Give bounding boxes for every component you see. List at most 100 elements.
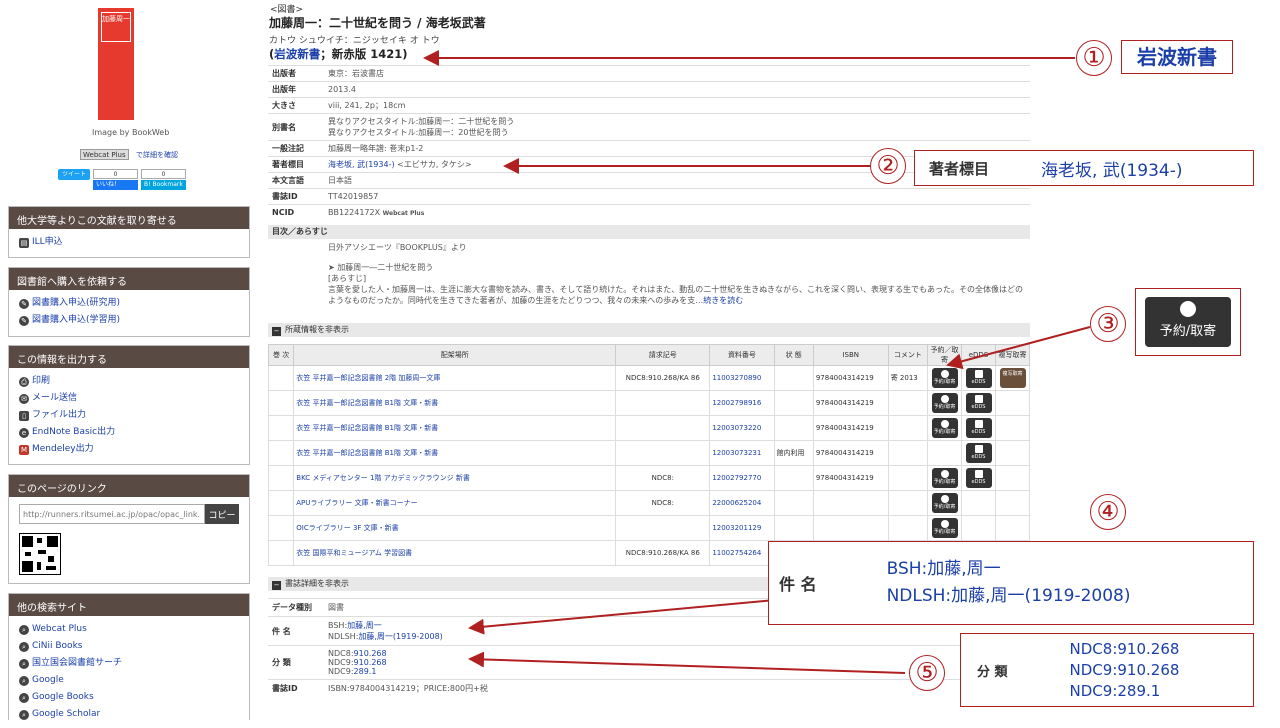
holdings-loc[interactable]: 衣笠 平井嘉一郎記念図書館 2階 加藤周一文庫 <box>296 374 440 382</box>
reserve-button[interactable]: 予約/取寄 <box>931 518 958 538</box>
holdings-loc[interactable]: APUライブラリー 文庫・新書コーナー <box>296 499 417 507</box>
image-credit: Image by BookWeb <box>92 128 170 137</box>
edds-button[interactable]: eDDS <box>965 468 992 488</box>
mail-icon: ✉ <box>19 394 29 404</box>
holdings-col-header: 配架場所 <box>293 344 617 366</box>
reserve-icon <box>940 395 949 403</box>
other-search-section: 他の検索サイト ⌕ Webcat Plus ⌕ CiNii Books ⌕ 国立国会図… <box>8 593 250 720</box>
bib-key: 分 類 <box>268 645 324 680</box>
holdings-row: OICライブラリー 3F 文庫・新書 12003201129 予約/取寄 <box>267 515 1030 541</box>
mendeley-icon: M <box>19 445 29 455</box>
reserve-button-label: 予約/取寄 <box>933 404 956 410</box>
ill-request-link[interactable]: ▤ ILL申込 <box>19 234 239 251</box>
holdings-num[interactable]: 12003073231 <box>712 449 761 457</box>
meta-row: 出版年 2013.4 <box>268 81 1030 98</box>
purchase-research-link[interactable]: ✎ 図書購入申込(研究用) <box>19 295 239 312</box>
webcat-detail-link[interactable]: で詳細を確認 <box>136 150 178 160</box>
webcat-plus-link[interactable]: Webcat Plus <box>383 210 425 217</box>
holdings-table: 巻 次配架場所 請求記号 資料番号状 態 ISBN コメント 予約／取寄 eDDS 複写取寄 … <box>267 344 1030 566</box>
holdings-loc[interactable]: OICライブラリー 3F 文庫・新書 <box>296 524 398 532</box>
edds-button-label: eDDS <box>971 479 986 485</box>
book-cover-image[interactable]: 加藤周一 <box>98 8 134 120</box>
callout-number-5: ⑤ <box>909 655 945 691</box>
reserve-button-label: 予約/取寄 <box>933 529 956 535</box>
edds-button[interactable]: eDDS <box>965 393 992 413</box>
title-kana: カトウ シュウイチ：ニジッセイキ オ トウ <box>269 36 440 46</box>
holdings-num[interactable]: 12003073220 <box>712 424 761 432</box>
edds-button[interactable]: eDDS <box>965 368 992 388</box>
holdings-num[interactable]: 12003201129 <box>712 524 761 532</box>
holdings-loc[interactable]: 衣笠 平井嘉一郎記念図書館 B1階 文庫・新書 <box>296 399 438 407</box>
bib-link[interactable]: 加藤,周一 <box>347 621 382 630</box>
google-search-link[interactable]: ⌕ Google <box>19 672 239 689</box>
reserve-button[interactable]: 予約/取寄 <box>931 418 958 438</box>
edds-button-label: eDDS <box>971 379 986 385</box>
webcat-search-link[interactable]: ⌕ Webcat Plus <box>19 621 239 638</box>
holdings-isbn: 9784004314219 <box>815 424 874 432</box>
cinii-search-link[interactable]: ⌕ CiNii Books <box>19 638 239 655</box>
purchase-research-icon: ✎ <box>19 299 29 309</box>
holdings-num[interactable]: 12002798916 <box>712 399 761 407</box>
google-scholar-link[interactable]: ⌕ Google Scholar <box>19 706 239 723</box>
holdings-loc[interactable]: 衣笠 国際平和ミュージアム 学習図書 <box>296 549 412 557</box>
file-export-link[interactable]: ▯ ファイル出力 <box>19 407 239 424</box>
reserve-button-label: 予約/取寄 <box>933 429 956 435</box>
edds-button[interactable]: eDDS <box>965 443 992 463</box>
bib-link[interactable]: 289.1 <box>354 667 377 676</box>
purchase-study-link[interactable]: ✎ 図書購入申込(学習用) <box>19 312 239 329</box>
google-books-link[interactable]: ⌕ Google Books <box>19 689 239 706</box>
holdings-row: APUライブラリー 文庫・新書コーナー NDC8: 22000625204 予約/取寄 <box>267 490 1030 516</box>
bib-link[interactable]: 910.268 <box>354 649 387 658</box>
reserve-button[interactable]: 予約/取寄 <box>931 393 958 413</box>
reserve-button[interactable]: 予約/取寄 <box>931 468 958 488</box>
holdings-comment: 寄 2013 <box>890 374 918 382</box>
search-icon: ⌕ <box>19 676 29 686</box>
reserve-icon <box>940 420 949 428</box>
bookmark-button[interactable]: B! Bookmark <box>141 180 187 190</box>
search-icon: ⌕ <box>19 693 29 703</box>
holdings-call: NDC8: <box>651 499 674 507</box>
holdings-loc[interactable]: 衣笠 平井嘉一郎記念図書館 B1階 文庫・新書 <box>296 424 438 432</box>
mail-link[interactable]: ✉ メール送信 <box>19 390 239 407</box>
collapse-icon: − <box>272 581 281 590</box>
read-more-link[interactable]: 続きを読む <box>703 296 743 305</box>
ndl-search-link[interactable]: ⌕ 国立国会図書館サーチ <box>19 655 239 672</box>
tweet-button[interactable]: ツイート <box>58 169 91 180</box>
print-link[interactable]: ⎙ 印刷 <box>19 373 239 390</box>
mendeley-link[interactable]: M Mendeley出力 <box>19 441 239 458</box>
copy-button[interactable]: コピー <box>205 504 239 524</box>
purchase-section-title: 図書館へ購入を依頼する <box>9 268 249 290</box>
holdings-col-header: 予約／取寄 <box>927 344 962 366</box>
holdings-loc[interactable]: 衣笠 平井嘉一郎記念図書館 B1階 文庫・新書 <box>296 449 438 457</box>
reserve-button[interactable]: 予約/取寄 <box>931 493 958 513</box>
holdings-num[interactable]: 22000625204 <box>712 499 761 507</box>
holdings-num[interactable]: 11002754264 <box>712 549 761 557</box>
page-link-input[interactable] <box>19 504 205 524</box>
edds-icon <box>974 470 983 478</box>
reserve-button[interactable]: 予約/取寄 <box>931 368 958 388</box>
copy-request-button[interactable]: 複写取寄 <box>999 368 1026 388</box>
author-heading-link[interactable]: 海老坂, 武(1934-) <box>328 160 395 169</box>
series-link[interactable]: 岩波新書 <box>274 47 320 61</box>
endnote-icon: e <box>19 428 29 438</box>
webcat-plus-button[interactable]: Webcat Plus <box>80 149 129 160</box>
endnote-link[interactable]: e EndNote Basic出力 <box>19 424 239 441</box>
holdings-num[interactable]: 12002792770 <box>712 474 761 482</box>
callout-number-1: ① <box>1076 40 1112 76</box>
edds-button-label: eDDS <box>971 454 986 460</box>
bib-link[interactable]: 加藤,周一(1919-2008) <box>358 632 442 641</box>
page-title: 加藤周一：二十世紀を問う / 海老坂武著 <box>269 16 486 30</box>
like-button[interactable]: いいね！ <box>93 180 139 190</box>
edds-button[interactable]: eDDS <box>965 418 992 438</box>
edds-button-label: eDDS <box>971 404 986 410</box>
holdings-loc[interactable]: BKC メディアセンター 1階 アカデミックラウンジ 新書 <box>296 474 470 482</box>
edds-icon <box>974 420 983 428</box>
holdings-num[interactable]: 11003270890 <box>712 374 761 382</box>
reserve-button-label: 予約/取寄 <box>933 479 956 485</box>
bib-value: NDLSH:加藤,周一(1919-2008) <box>328 632 443 641</box>
meta-table: 出版者 東京：岩波書店 出版年 2013.4 大きさ viii, 241, 2p；18… <box>268 65 1030 221</box>
holdings-row: 衣笠 平井嘉一郎記念図書館 B1階 文庫・新書 12003073220 978400… <box>267 415 1030 441</box>
qr-code <box>19 533 61 575</box>
bib-link[interactable]: 910.268 <box>354 658 387 667</box>
holdings-toggle[interactable]: − 所蔵情報を非表示 <box>268 323 1030 337</box>
